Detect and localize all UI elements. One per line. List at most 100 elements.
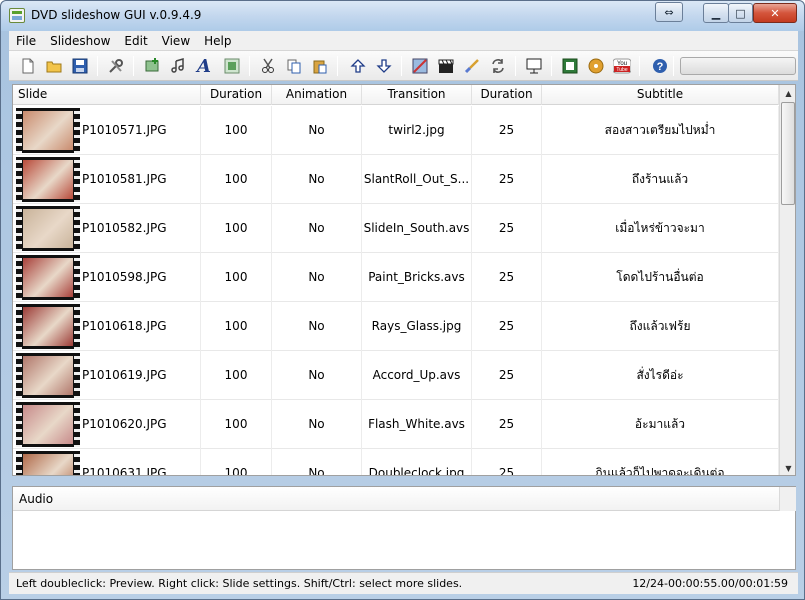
table-row[interactable]: P1010581.JPG 100 No SlantRoll_Out_S... 2… [13,155,779,204]
duration-cell[interactable]: 100 [201,155,272,204]
transition-duration-cell[interactable]: 25 [472,302,542,351]
slide-thumbnail [16,353,80,398]
duration-cell[interactable]: 100 [201,204,272,253]
table-row[interactable]: P1010631.JPG 100 No Doubleclock.jpg 25 ก… [13,449,779,475]
header-duration[interactable]: Duration [201,85,272,105]
duration-cell[interactable]: 100 [201,253,272,302]
subtitle-cell[interactable]: ถึงร้านแล้ว [542,155,779,204]
presentation-icon[interactable] [523,56,545,76]
slide-cell[interactable]: P1010571.JPG [13,106,201,155]
brush-icon[interactable] [461,56,483,76]
background-icon[interactable] [221,56,243,76]
transition-cell[interactable]: SlantRoll_Out_S... [362,155,472,204]
subtitle-cell[interactable]: อ้ะมาแล้ว [542,400,779,449]
image-edit-icon[interactable] [409,56,431,76]
duration-cell[interactable]: 100 [201,351,272,400]
menu-view[interactable]: View [155,34,197,48]
slide-cell[interactable]: P1010618.JPG [13,302,201,351]
header-subtitle[interactable]: Subtitle [542,85,779,105]
menu-file[interactable]: File [9,34,43,48]
header-transition[interactable]: Transition [362,85,472,105]
app-icon [9,8,25,23]
save-icon[interactable] [69,56,91,76]
animation-cell[interactable]: No [272,449,362,475]
title-text-icon[interactable]: A [193,56,215,77]
slide-cell[interactable]: P1010631.JPG [13,449,201,475]
cut-icon[interactable] [257,56,279,76]
add-audio-icon[interactable] [167,56,189,76]
animation-cell[interactable]: No [272,351,362,400]
move-up-icon[interactable] [347,56,369,76]
table-row[interactable]: P1010620.JPG 100 No Flash_White.avs 25 อ… [13,400,779,449]
transition-cell[interactable]: Accord_Up.avs [362,351,472,400]
table-row[interactable]: P1010618.JPG 100 No Rays_Glass.jpg 25 ถึ… [13,302,779,351]
audio-panel[interactable]: Audio [12,486,796,570]
export-icon[interactable] [559,56,581,76]
slide-cell[interactable]: P1010582.JPG [13,204,201,253]
transition-duration-cell[interactable]: 25 [472,400,542,449]
menu-edit[interactable]: Edit [117,34,154,48]
switch-window-button[interactable]: ⇔ [655,2,683,22]
scroll-up-arrow-icon[interactable]: ▲ [780,85,795,102]
transition-cell[interactable]: Flash_White.avs [362,400,472,449]
tools-icon[interactable] [105,56,127,76]
subtitle-cell[interactable]: สองสาวเตรียมไปหม่ำ [542,106,779,155]
minimize-button[interactable]: ▁ [703,3,729,23]
move-down-icon[interactable] [373,56,395,76]
slide-cell[interactable]: P1010620.JPG [13,400,201,449]
duration-cell[interactable]: 100 [201,106,272,155]
maximize-button[interactable]: □ [728,3,753,23]
header-animation[interactable]: Animation [272,85,362,105]
add-image-icon[interactable] [141,56,163,76]
transition-cell[interactable]: Paint_Bricks.avs [362,253,472,302]
transition-cell[interactable]: SlideIn_South.avs [362,204,472,253]
transition-duration-cell[interactable]: 25 [472,351,542,400]
table-row[interactable]: P1010619.JPG 100 No Accord_Up.avs 25 สั่… [13,351,779,400]
clapperboard-icon[interactable] [435,56,457,76]
paste-icon[interactable] [309,56,331,76]
copy-icon[interactable] [283,56,305,76]
subtitle-cell[interactable]: ถึงแล้วเฟร้ย [542,302,779,351]
help-icon[interactable]: ? [649,56,671,76]
transition-cell[interactable]: twirl2.jpg [362,106,472,155]
transition-cell[interactable]: Rays_Glass.jpg [362,302,472,351]
transition-duration-cell[interactable]: 25 [472,106,542,155]
close-button[interactable]: ✕ [753,3,797,23]
scroll-thumb[interactable] [781,102,795,205]
subtitle-cell[interactable]: กินแล้วก็ไปพาดจะเดินต่อ [542,449,779,475]
animation-cell[interactable]: No [272,400,362,449]
subtitle-cell[interactable]: เมื่อไหร่ข้าวจะมา [542,204,779,253]
menu-help[interactable]: Help [197,34,238,48]
transition-duration-cell[interactable]: 25 [472,449,542,475]
subtitle-cell[interactable]: โดดไปร้านอื่นต่อ [542,253,779,302]
header-transition-duration[interactable]: Duration [472,85,542,105]
table-row[interactable]: P1010582.JPG 100 No SlideIn_South.avs 25… [13,204,779,253]
recycle-icon[interactable] [487,56,509,76]
table-row[interactable]: P1010598.JPG 100 No Paint_Bricks.avs 25 … [13,253,779,302]
transition-cell[interactable]: Doubleclock.jpg [362,449,472,475]
transition-duration-cell[interactable]: 25 [472,155,542,204]
slide-cell[interactable]: P1010581.JPG [13,155,201,204]
animation-cell[interactable]: No [272,204,362,253]
duration-cell[interactable]: 100 [201,302,272,351]
table-row[interactable]: P1010571.JPG 100 No twirl2.jpg 25 สองสาว… [13,106,779,155]
animation-cell[interactable]: No [272,253,362,302]
transition-duration-cell[interactable]: 25 [472,253,542,302]
slide-cell[interactable]: P1010619.JPG [13,351,201,400]
animation-cell[interactable]: No [272,106,362,155]
open-folder-icon[interactable] [43,56,65,76]
new-file-icon[interactable] [17,56,39,76]
menu-slideshow[interactable]: Slideshow [43,34,117,48]
header-slide[interactable]: Slide [13,85,201,105]
duration-cell[interactable]: 100 [201,400,272,449]
duration-cell[interactable]: 100 [201,449,272,475]
youtube-icon[interactable]: You Tube [611,56,633,76]
dvd-icon[interactable] [585,56,607,76]
vertical-scrollbar[interactable]: ▲ ▼ [779,85,795,475]
subtitle-cell[interactable]: สั่งไรดีอ่ะ [542,351,779,400]
animation-cell[interactable]: No [272,302,362,351]
animation-cell[interactable]: No [272,155,362,204]
slide-cell[interactable]: P1010598.JPG [13,253,201,302]
transition-duration-cell[interactable]: 25 [472,204,542,253]
scroll-down-arrow-icon[interactable]: ▼ [780,460,795,475]
